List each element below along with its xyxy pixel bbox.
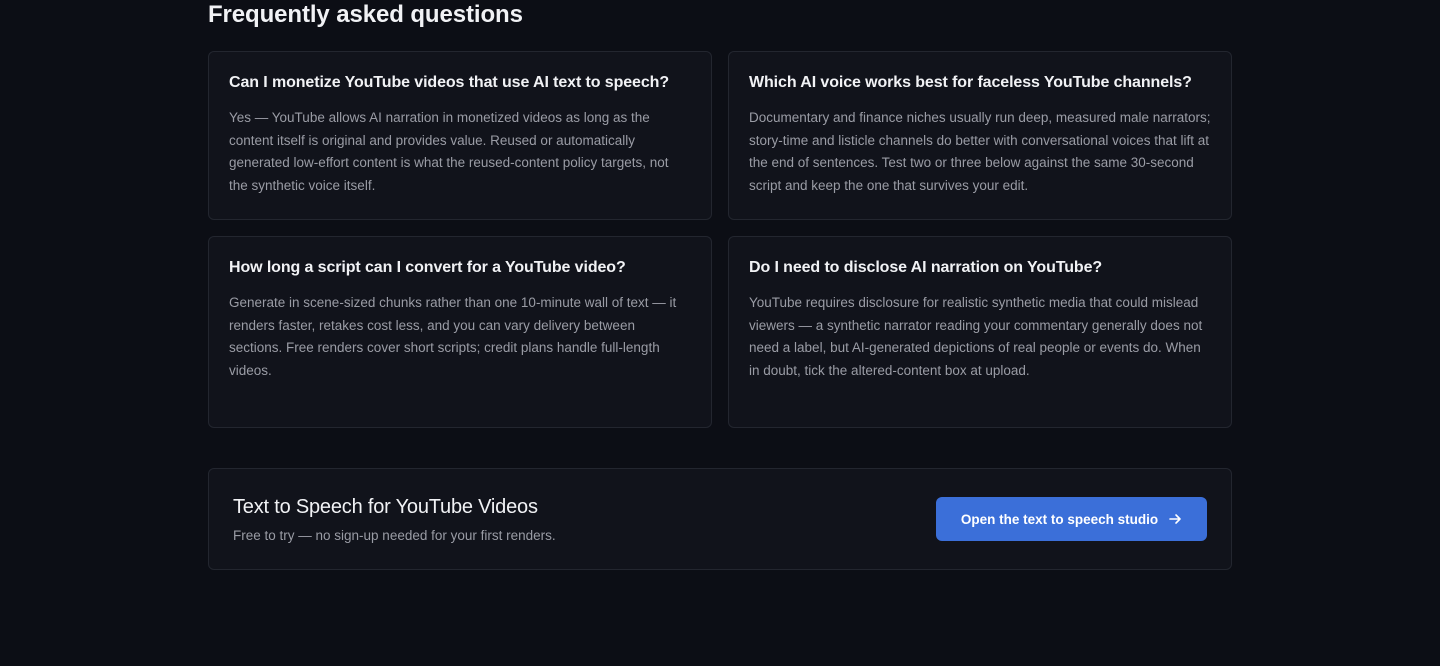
arrow-right-icon <box>1168 512 1182 526</box>
faq-answer: YouTube requires disclosure for realisti… <box>749 295 1203 379</box>
cta-subtitle: Free to try — no sign-up needed for your… <box>233 528 556 543</box>
open-studio-button[interactable]: Open the text to speech studio <box>936 497 1207 541</box>
cta-banner: Text to Speech for YouTube Videos Free t… <box>208 468 1232 570</box>
faq-question: How long a script can I convert for a Yo… <box>229 259 626 276</box>
cta-title: Text to Speech for YouTube Videos <box>233 496 538 518</box>
faq-question: Which AI voice works best for faceless Y… <box>749 74 1192 91</box>
faq-answer: Generate in scene-sized chunks rather th… <box>229 295 677 379</box>
page: Frequently asked questions Can I monetiz… <box>0 0 1440 666</box>
open-studio-button-label: Open the text to speech studio <box>960 511 1159 527</box>
faq-question: Do I need to disclose AI narration on Yo… <box>749 259 1103 276</box>
faq-card: How long a script can I convert for a Yo… <box>208 236 712 428</box>
faq-card: Can I monetize YouTube videos that use A… <box>208 51 712 220</box>
faq-grid: Can I monetize YouTube videos that use A… <box>208 51 1232 428</box>
faq-heading: Frequently asked questions <box>208 1 523 28</box>
faq-answer: Documentary and finance niches usually r… <box>749 110 1211 194</box>
faq-question: Can I monetize YouTube videos that use A… <box>229 74 670 91</box>
faq-answer: Yes — YouTube allows AI narration in mon… <box>229 110 669 194</box>
faq-card: Do I need to disclose AI narration on Yo… <box>728 236 1232 428</box>
faq-card: Which AI voice works best for faceless Y… <box>728 51 1232 220</box>
